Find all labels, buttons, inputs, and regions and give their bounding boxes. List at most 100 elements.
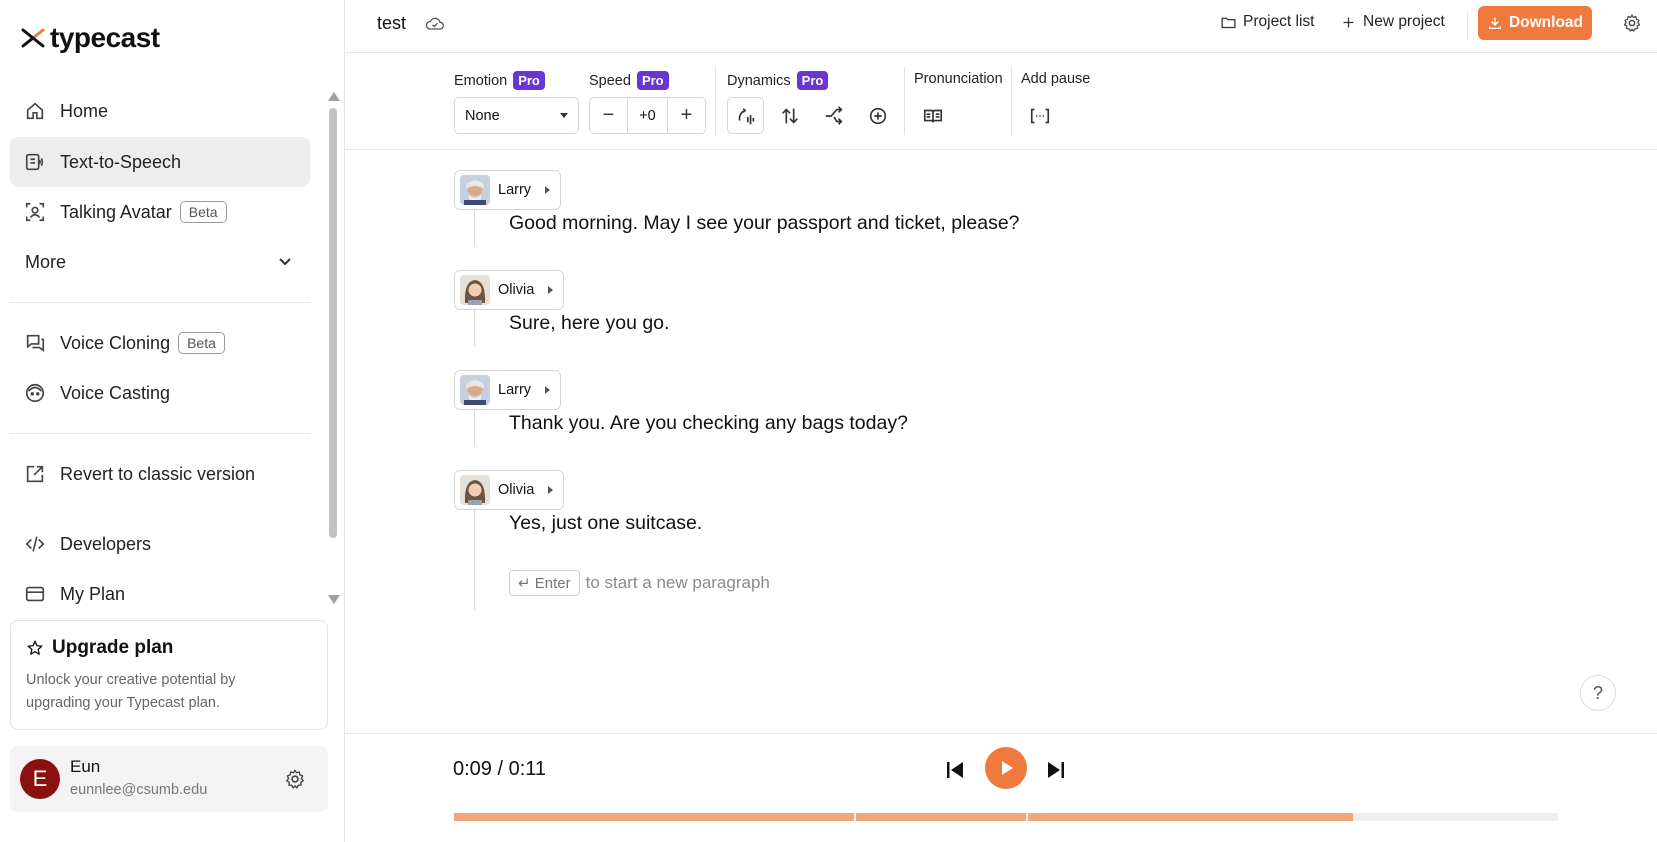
tts-icon [24,151,46,173]
script-editor[interactable]: Larry Good morning. May I see your passp… [345,150,1657,733]
plus-circle-icon [869,107,886,124]
chevron-down-icon [279,258,291,266]
pro-badge: Pro [636,71,669,90]
pitch-button[interactable] [771,97,808,134]
new-project-button[interactable]: New project [1340,13,1445,31]
project-list-button[interactable]: Project list [1220,13,1315,31]
paragraph-line [474,210,475,246]
cloud-saved-icon [425,17,444,30]
speaker-name: Olivia [498,482,535,498]
progress-segment[interactable] [454,813,854,821]
sidebar-item-label: More [25,251,67,272]
caret-right-icon [548,486,554,494]
progress-segment[interactable] [856,813,1026,821]
paragraph-line [474,410,475,446]
progress-bar[interactable] [454,813,1558,821]
top-bar-divider [1467,12,1468,40]
upgrade-plan-description: Unlock your creative potential by upgrad… [26,672,236,711]
download-button[interactable]: Download [1478,6,1592,40]
top-bar: test Project list New project Download [345,0,1657,53]
upgrade-plan-title: Upgrade plan [52,637,174,658]
paragraph-text[interactable]: Good morning. May I see your passport an… [509,212,1020,235]
speed-label: Speed Pro [589,71,669,90]
new-paragraph-hint: ↵ Enter to start a new paragraph [509,570,770,596]
enter-key-badge: ↵ Enter [509,570,580,596]
sidebar-item-label: My Plan [60,583,126,604]
toolbar: Emotion Pro None Speed Pro − +0 + Dynami… [345,53,1657,150]
code-icon [24,533,46,555]
dynamics-auto-button[interactable] [727,97,764,134]
sidebar-item-text-to-speech[interactable]: Text-to-Speech [10,137,310,187]
add-pause-label: Add pause [1021,71,1091,87]
speed-increase-button[interactable]: + [668,98,705,133]
paragraph-line [474,310,475,346]
intonation-button[interactable] [815,97,852,134]
pitch-arrows-icon [781,107,798,124]
add-dynamics-button[interactable] [859,97,896,134]
pause-bracket-icon [1030,108,1049,123]
paragraph-text[interactable]: Sure, here you go. [509,312,669,335]
beta-badge: Beta [178,332,225,354]
speaker-chip[interactable]: Olivia [454,470,565,510]
speaker-chip[interactable]: Larry [454,370,562,410]
sidebar-item-voice-casting[interactable]: Voice Casting [10,368,310,418]
caret-right-icon [548,286,554,294]
caret-right-icon [545,186,551,194]
speed-value[interactable]: +0 [627,98,668,133]
logo-icon [21,28,45,48]
progress-segment[interactable] [1028,813,1353,821]
upgrade-plan-card[interactable]: Upgrade plan Unlock your creative potent… [10,620,328,730]
new-project-label: New project [1363,13,1445,30]
paragraph-text[interactable]: Thank you. Are you checking any bags tod… [509,412,908,435]
sidebar-item-voice-cloning[interactable]: Voice Cloning Beta [10,318,310,368]
sidebar-item-more[interactable]: More [10,237,310,287]
olivia-avatar [460,475,490,505]
speed-stepper: − +0 + [589,97,706,134]
pronunciation-button[interactable] [914,97,951,134]
star-icon [27,640,43,655]
play-icon [1002,761,1013,775]
play-button[interactable] [985,747,1027,789]
sidebar-scrollbar[interactable] [326,92,340,604]
pronunciation-label: Pronunciation [914,71,1003,87]
speaker-chip[interactable]: Olivia [454,270,565,310]
project-list-label: Project list [1243,13,1315,30]
scroll-up-arrow-icon[interactable] [328,92,340,101]
emotion-value: None [465,107,500,124]
speed-decrease-button[interactable]: − [590,98,627,133]
project-title[interactable]: test [377,13,406,34]
sidebar-item-developers[interactable]: Developers [10,519,310,569]
skip-previous-icon[interactable] [943,758,967,782]
sidebar-item-label: Developers [60,533,152,554]
upgrade-plan-title-row: Upgrade plan [26,637,312,659]
settings-gear-icon[interactable] [1622,13,1642,33]
scroll-down-arrow-icon[interactable] [328,595,340,604]
user-email: eunnlee@csumb.edu [70,782,208,798]
sidebar-item-talking-avatar[interactable]: Talking Avatar Beta [10,187,310,237]
sidebar-divider [10,302,310,303]
scroll-thumb[interactable] [329,108,337,538]
skip-next-icon[interactable] [1044,758,1068,782]
intonation-icon [825,105,843,125]
help-button[interactable]: ? [1580,675,1616,711]
avatar-icon [24,201,46,223]
emotion-select[interactable]: None [454,97,579,134]
emotion-label-text: Emotion [454,72,508,89]
speed-label-text: Speed [589,72,631,89]
toolbar-divider [904,67,905,135]
book-icon [923,109,942,122]
caret-down-icon [560,113,568,118]
user-profile[interactable]: E Eun eunnlee@csumb.edu [10,746,328,812]
sidebar-item-my-plan[interactable]: My Plan [10,569,310,606]
paragraph-text[interactable]: Yes, just one suitcase. [509,512,702,535]
add-pause-button[interactable] [1021,97,1058,134]
dynamics-auto-icon [738,107,754,124]
typecast-logo[interactable]: typecast [20,22,160,54]
sidebar-item-home[interactable]: Home [10,86,310,136]
user-name: Eun [70,757,101,776]
gear-icon[interactable] [284,768,306,790]
logo-text: typecast [50,22,160,53]
sidebar-item-revert-classic[interactable]: Revert to classic version [10,449,310,499]
sidebar-nav: Home Text-to-Speech Talking Avatar Beta … [0,86,345,606]
speaker-chip[interactable]: Larry [454,170,562,210]
